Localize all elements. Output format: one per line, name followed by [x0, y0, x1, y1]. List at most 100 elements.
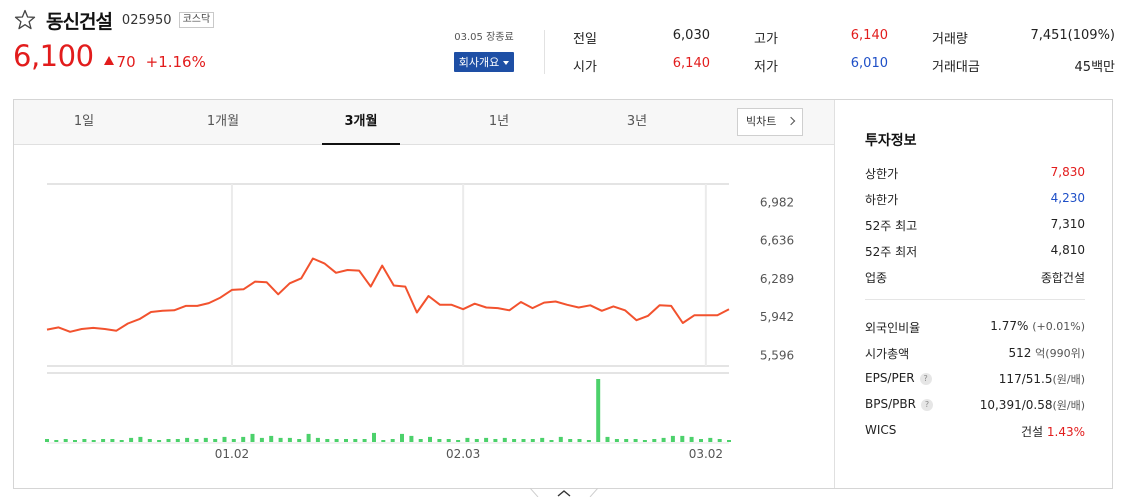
volume-bar	[474, 439, 479, 442]
lower-limit-row: 하한가 4,230	[865, 191, 1085, 207]
market-status: 03.05 장종료 회사개요	[440, 28, 528, 72]
volume-bar	[45, 439, 49, 442]
panel-fold-toggle[interactable]	[530, 488, 598, 497]
company-overview-button[interactable]: 회사개요	[453, 52, 515, 72]
volume-bar	[82, 439, 87, 442]
tab-1-day[interactable]: 1일	[45, 100, 123, 145]
favorite-star-icon[interactable]	[12, 7, 38, 33]
volume-bar	[614, 439, 619, 442]
trade-amount-label: 거래대금	[932, 60, 980, 75]
volume-bar	[689, 436, 694, 442]
tab-3-month[interactable]: 3개월	[322, 100, 400, 145]
upper-limit-row: 상한가 7,830	[865, 165, 1085, 181]
high-label: 고가	[754, 32, 778, 47]
price-chart[interactable]: 01.02 02.03 03.02 6,982 6,636 6,289 5,942 5,596	[14, 146, 834, 488]
volume-bar	[456, 440, 461, 442]
market-cap-row: 시가총액 512 억(990위)	[865, 345, 1085, 361]
volume-bar	[493, 439, 498, 442]
volume-bar	[642, 440, 647, 442]
high-52w-label: 52주 최고	[865, 219, 918, 233]
sector-label: 업종	[865, 271, 888, 285]
period-tabs: 1일 1개월 3개월 1년 3년 빅차트	[14, 100, 834, 145]
tab-1-year[interactable]: 1년	[460, 100, 538, 145]
current-price: 6,100	[13, 39, 94, 73]
prev-close-value: 6,030	[672, 28, 710, 43]
help-icon[interactable]: ?	[920, 398, 933, 411]
foreign-ratio-label: 외국인비율	[865, 321, 921, 335]
volume-bar	[119, 440, 124, 442]
y-tick-label: 6,982	[760, 196, 794, 210]
volume-bar	[530, 439, 535, 442]
wics-label: WICS	[865, 423, 897, 437]
volume-bar	[259, 437, 264, 442]
volume-bar	[222, 436, 227, 442]
eps-per-value: 117/51.5	[998, 372, 1053, 386]
trade-amount-value: 45백만	[1074, 60, 1115, 75]
volume-bar	[577, 439, 582, 442]
chart-panel: 1일 1개월 3개월 1년 3년 빅차트 01.02 02.03 03.02 6,98…	[13, 99, 1113, 489]
volume-bar	[502, 437, 507, 442]
tab-1-month[interactable]: 1개월	[184, 100, 262, 145]
volume-bar	[147, 439, 152, 442]
sector-value: 종합건설	[1040, 271, 1085, 285]
eps-per-label-wrap: EPS/PER?	[865, 371, 932, 385]
eps-per-value-wrap: 117/51.5(원/배)	[999, 371, 1085, 387]
help-icon[interactable]: ?	[919, 372, 932, 385]
volume-bar	[73, 440, 77, 442]
volume-bar	[512, 439, 517, 442]
open-label: 시가	[573, 60, 597, 75]
wics-row: WICS 건설 1.43%	[865, 423, 1085, 439]
bps-pbr-unit: (원/배)	[1052, 399, 1085, 412]
price-row: 6,100 70 +1.16%	[13, 39, 206, 73]
upper-limit-value: 7,830	[1050, 165, 1085, 179]
caret-down-icon	[503, 61, 510, 65]
change-percent: +1.16%	[145, 52, 206, 71]
volume-bar	[708, 437, 713, 442]
market-badge: 코스닥	[178, 12, 215, 28]
y-tick-label: 5,596	[760, 348, 794, 362]
company-overview-label: 회사개요	[458, 56, 500, 69]
low-52w-value: 4,810	[1050, 243, 1085, 257]
volume-bar	[680, 435, 685, 442]
wics-sector: 건설	[1020, 425, 1044, 439]
bps-pbr-value-wrap: 10,391/0.58(원/배)	[980, 397, 1085, 413]
x-tick-label: 02.03	[446, 447, 480, 461]
stock-title: 동신건설 025950 코스닥	[12, 6, 215, 34]
volume-bar	[334, 439, 339, 442]
volume-bar	[624, 439, 629, 442]
high-52w-row: 52주 최고 7,310	[865, 217, 1085, 233]
volume-bar	[287, 437, 292, 442]
x-tick-label: 01.02	[215, 447, 249, 461]
volume-bar	[437, 439, 442, 442]
market-cap-unit: 억(990위)	[1035, 347, 1085, 360]
foreign-ratio-row: 외국인비율 1.77% (+0.01%)	[865, 319, 1085, 335]
volume-bar	[362, 439, 367, 442]
chevron-right-icon	[786, 116, 796, 126]
foreign-ratio-change: (+0.01%)	[1032, 320, 1085, 333]
volume-bar	[409, 435, 414, 442]
eps-per-row: EPS/PER? 117/51.5(원/배)	[865, 371, 1085, 387]
volume-bar	[699, 439, 703, 442]
tab-3-year[interactable]: 3년	[598, 100, 676, 145]
volume-bar	[381, 440, 386, 442]
volume-bar	[203, 437, 208, 442]
market-status-text: 03.05 장종료	[454, 32, 514, 43]
high-52w-value: 7,310	[1050, 217, 1085, 231]
volume-label: 거래량	[932, 32, 968, 47]
big-chart-button[interactable]: 빅차트	[737, 108, 803, 136]
low-value: 6,010	[850, 56, 888, 71]
volume-bar	[138, 436, 143, 442]
volume-bar	[521, 439, 526, 442]
volume-bar	[157, 440, 162, 442]
volume-bar	[400, 433, 404, 442]
volume-bar	[175, 439, 180, 442]
volume-bar	[297, 439, 302, 442]
volume-bar	[269, 435, 274, 442]
eps-per-label: EPS/PER	[865, 371, 915, 385]
eps-per-unit: (원/배)	[1052, 373, 1085, 386]
bps-pbr-value: 10,391/0.58	[979, 398, 1053, 412]
volume-bar	[353, 439, 358, 442]
volume-bar	[54, 440, 59, 442]
volume-bar	[194, 439, 199, 442]
price-line	[46, 257, 730, 333]
